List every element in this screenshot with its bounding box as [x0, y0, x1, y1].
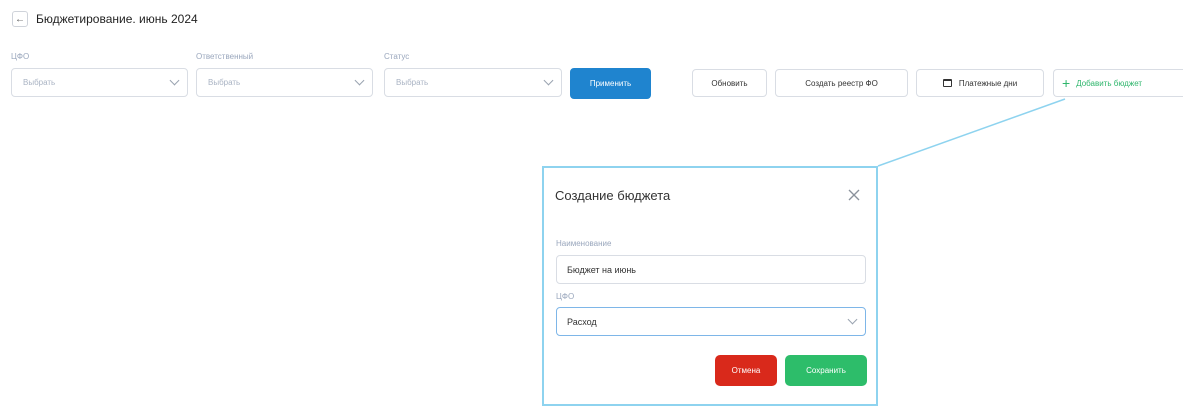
page-header: ← Бюджетирование. июнь 2024: [12, 10, 198, 28]
back-button[interactable]: ←: [12, 11, 28, 27]
filter-responsible-select[interactable]: Выбрать: [196, 68, 373, 97]
modal-title: Создание бюджета: [555, 188, 671, 203]
add-budget-button[interactable]: + Добавить бюджет: [1053, 69, 1183, 97]
cfo-select-value: Расход: [567, 317, 597, 327]
cfo-select[interactable]: Расход: [556, 307, 866, 336]
filter-status-placeholder: Выбрать: [396, 78, 429, 87]
filter-responsible-label: Ответственный: [196, 52, 254, 61]
chevron-down-icon: [543, 75, 554, 86]
plus-icon: +: [1062, 75, 1071, 91]
filter-cfo-placeholder: Выбрать: [23, 78, 56, 87]
chevron-down-icon: [169, 75, 180, 86]
filter-status-select[interactable]: Выбрать: [384, 68, 562, 97]
cfo-field-label: ЦФО: [556, 292, 575, 301]
name-field-value: Бюджет на июнь: [567, 265, 636, 275]
filter-cfo-label: ЦФО: [11, 52, 30, 61]
create-budget-modal: Создание бюджета Наименование Бюджет на …: [542, 166, 878, 406]
chevron-down-icon: [847, 314, 858, 325]
create-registry-button[interactable]: Создать реестр ФО: [775, 69, 908, 97]
refresh-button[interactable]: Обновить: [692, 69, 767, 97]
apply-button[interactable]: Применить: [570, 68, 651, 99]
calendar-icon: [942, 79, 952, 87]
add-budget-label: Добавить бюджет: [1076, 78, 1143, 88]
close-icon[interactable]: [847, 188, 861, 202]
name-field[interactable]: Бюджет на июнь: [556, 255, 866, 284]
save-button[interactable]: Сохранить: [785, 355, 867, 386]
chevron-down-icon: [354, 75, 365, 86]
payment-days-label: Платежные дни: [958, 78, 1018, 88]
cancel-button[interactable]: Отмена: [715, 355, 777, 386]
filter-cfo-select[interactable]: Выбрать: [11, 68, 188, 97]
arrow-left-icon: ←: [15, 13, 25, 25]
page-title: Бюджетирование. июнь 2024: [36, 12, 198, 26]
filter-responsible-placeholder: Выбрать: [208, 78, 241, 87]
filter-status-label: Статус: [384, 52, 410, 61]
payment-days-button[interactable]: Платежные дни: [916, 69, 1044, 97]
name-field-label: Наименование: [556, 239, 612, 248]
